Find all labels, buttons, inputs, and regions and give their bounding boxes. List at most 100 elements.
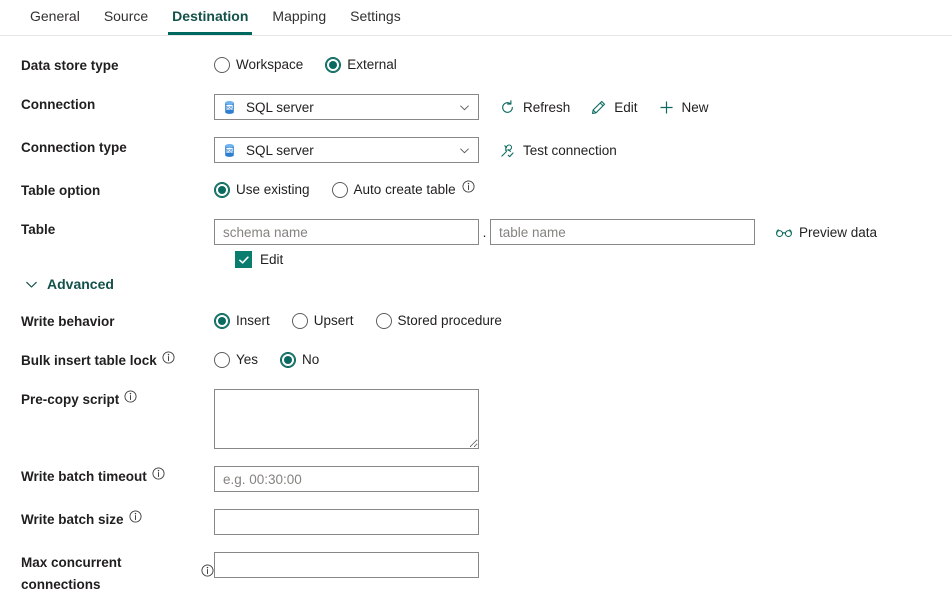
radio-label: Insert <box>236 311 270 331</box>
edit-table-checkbox[interactable]: Edit <box>235 251 952 268</box>
row-connection: Connection SQL SQL server <box>0 94 952 120</box>
radio-circle-icon <box>214 57 230 73</box>
label-text: Write batch size <box>21 509 124 531</box>
edit-checkbox-label: Edit <box>260 252 283 267</box>
data-store-type-control: Workspace External <box>214 55 952 75</box>
radio-use-existing[interactable]: Use existing <box>214 180 310 200</box>
radio-label: Use existing <box>236 180 310 200</box>
info-icon[interactable] <box>152 467 165 480</box>
table-option-control: Use existing Auto create table <box>214 180 952 200</box>
radio-circle-icon <box>332 182 348 198</box>
new-connection-label: New <box>682 100 709 115</box>
connection-type-control: SQL SQL server <box>214 137 952 163</box>
edit-connection-button[interactable]: Edit <box>590 99 637 116</box>
info-icon[interactable] <box>124 390 137 403</box>
connection-dropdown[interactable]: SQL SQL server <box>214 94 479 120</box>
label-text: Write batch timeout <box>21 466 147 488</box>
row-table-option: Table option Use existing Auto create ta… <box>0 180 952 202</box>
info-icon[interactable] <box>462 180 475 193</box>
chevron-down-icon <box>459 145 470 156</box>
connection-type-value: SQL server <box>246 143 459 158</box>
pre-copy-script-textarea[interactable] <box>214 389 479 449</box>
chevron-down-icon <box>459 102 470 113</box>
sql-server-icon: SQL <box>222 143 237 158</box>
label-text: Connection <box>21 94 95 116</box>
label-text: Bulk insert table lock <box>21 350 157 372</box>
preview-data-button[interactable]: Preview data <box>775 224 877 241</box>
row-bulk-insert-table-lock: Bulk insert table lock Yes No <box>0 350 952 372</box>
test-connection-button[interactable]: Test connection <box>499 142 617 159</box>
label-text: Max concurrent connections <box>21 552 196 596</box>
row-write-batch-size: Write batch size <box>0 509 952 535</box>
table-actions: Preview data <box>775 224 897 241</box>
test-connection-label: Test connection <box>523 143 617 158</box>
info-icon[interactable] <box>201 564 214 577</box>
tab-bar: General Source Destination Mapping Setti… <box>0 0 952 36</box>
radio-group-write-behavior: Insert Upsert Stored procedure <box>214 311 502 331</box>
label-text: Data store type <box>21 55 119 77</box>
tab-source[interactable]: Source <box>92 0 160 35</box>
write-batch-size-control <box>214 509 952 535</box>
label-text: Table option <box>21 180 100 202</box>
radio-circle-icon <box>214 182 230 198</box>
radio-stored-procedure[interactable]: Stored procedure <box>376 311 502 331</box>
refresh-label: Refresh <box>523 100 570 115</box>
max-concurrent-connections-input[interactable] <box>214 552 479 578</box>
radio-label: Stored procedure <box>398 311 502 331</box>
new-connection-button[interactable]: New <box>658 99 709 116</box>
radio-auto-create-table[interactable]: Auto create table <box>332 180 475 200</box>
label-write-behavior: Write behavior <box>0 311 214 333</box>
radio-group-data-store-type: Workspace External <box>214 55 397 75</box>
write-batch-size-input[interactable] <box>214 509 479 535</box>
radio-label: Yes <box>236 350 258 370</box>
label-max-concurrent-connections: Max concurrent connections <box>0 552 214 596</box>
label-text: Table <box>21 219 55 241</box>
info-icon[interactable] <box>129 510 142 523</box>
connection-control: SQL SQL server Refresh <box>214 94 952 120</box>
radio-circle-icon <box>325 57 341 73</box>
tab-settings[interactable]: Settings <box>338 0 413 35</box>
refresh-button[interactable]: Refresh <box>499 99 570 116</box>
tab-general[interactable]: General <box>18 0 92 35</box>
row-max-concurrent-connections: Max concurrent connections <box>0 552 952 596</box>
schema-name-input[interactable] <box>214 219 479 245</box>
plus-icon <box>658 99 675 116</box>
radio-label: No <box>302 350 319 370</box>
radio-external[interactable]: External <box>325 55 397 75</box>
tab-destination[interactable]: Destination <box>160 0 260 35</box>
connection-type-actions: Test connection <box>499 142 637 159</box>
radio-bulk-lock-yes[interactable]: Yes <box>214 350 258 370</box>
label-data-store-type: Data store type <box>0 55 214 77</box>
info-icon[interactable] <box>162 351 175 364</box>
label-text: Connection type <box>21 137 127 159</box>
sql-server-icon: SQL <box>222 100 237 115</box>
label-text: Write behavior <box>21 311 115 333</box>
preview-data-label: Preview data <box>799 225 877 240</box>
radio-circle-icon <box>292 313 308 329</box>
radio-upsert[interactable]: Upsert <box>292 311 354 331</box>
label-connection: Connection <box>0 94 214 116</box>
write-batch-timeout-input[interactable] <box>214 466 479 492</box>
checkbox-checked-icon <box>235 251 252 268</box>
advanced-label: Advanced <box>47 276 114 292</box>
table-name-input[interactable] <box>490 219 755 245</box>
tab-mapping[interactable]: Mapping <box>260 0 338 35</box>
row-data-store-type: Data store type Workspace External <box>0 55 952 77</box>
radio-circle-icon <box>214 352 230 368</box>
advanced-section-toggle[interactable]: Advanced <box>0 276 952 292</box>
radio-insert[interactable]: Insert <box>214 311 270 331</box>
radio-label: Workspace <box>236 55 303 75</box>
connection-actions: Refresh Edit <box>499 99 729 116</box>
edit-connection-label: Edit <box>614 100 637 115</box>
max-concurrent-connections-control <box>214 552 952 578</box>
bulk-insert-table-lock-control: Yes No <box>214 350 952 370</box>
refresh-icon <box>499 99 516 116</box>
radio-bulk-lock-no[interactable]: No <box>280 350 319 370</box>
label-write-batch-timeout: Write batch timeout <box>0 466 214 488</box>
radio-label: Upsert <box>314 311 354 331</box>
chevron-down-icon <box>25 278 38 291</box>
row-connection-type: Connection type SQL SQL server <box>0 137 952 163</box>
destination-form: Data store type Workspace External Conne… <box>0 36 952 596</box>
radio-workspace[interactable]: Workspace <box>214 55 303 75</box>
connection-type-dropdown[interactable]: SQL SQL server <box>214 137 479 163</box>
